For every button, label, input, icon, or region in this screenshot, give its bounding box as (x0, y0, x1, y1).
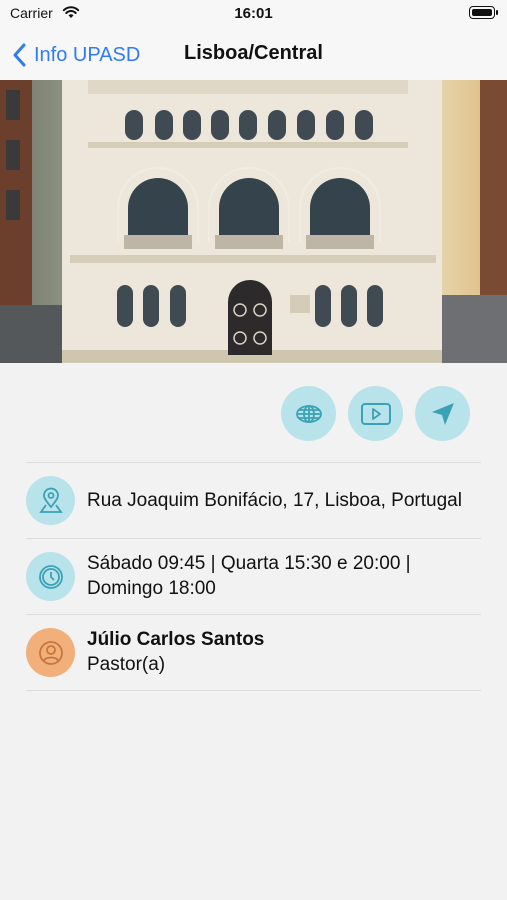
church-photo (0, 80, 507, 363)
navigation-arrow-icon (431, 402, 454, 425)
schedule-line-1: Sábado 09:45 | Quarta 15:30 e 20:00 | (87, 553, 411, 574)
navigation-bar: Info UPASD Lisboa/Central (0, 30, 507, 80)
clock-icon (38, 564, 63, 589)
directions-button[interactable] (415, 386, 470, 441)
person-icon (38, 640, 63, 665)
play-icon (360, 402, 391, 425)
location-icon-badge (26, 476, 75, 525)
globe-icon (295, 404, 322, 423)
back-button-label: Info UPASD (34, 43, 141, 66)
pastor-name: Júlio Carlos Santos (87, 629, 265, 650)
location-pin-icon (38, 487, 63, 513)
website-button[interactable] (281, 386, 336, 441)
divider (26, 614, 481, 615)
back-button[interactable]: Info UPASD (12, 39, 140, 71)
pastor-role: Pastor(a) (87, 654, 166, 675)
divider (26, 538, 481, 539)
video-button[interactable] (348, 386, 403, 441)
page-title: Lisboa/Central (184, 42, 323, 64)
divider (26, 690, 481, 691)
schedule-line-2: Domingo 18:00 (87, 578, 216, 599)
pastor-info: Júlio Carlos Santos Pastor(a) (87, 627, 264, 677)
clock-icon-badge (26, 552, 75, 601)
clock: 16:01 (234, 5, 273, 22)
chevron-left-icon (13, 43, 26, 67)
schedule-text: Sábado 09:45 | Quarta 15:30 e 20:00 | Do… (87, 551, 411, 601)
divider (26, 462, 481, 463)
person-icon-badge (26, 628, 75, 677)
status-bar: Carrier 16:01 (0, 0, 507, 30)
address-text[interactable]: Rua Joaquim Bonifácio, 17, Lisboa, Portu… (87, 488, 462, 513)
battery-icon (469, 6, 498, 19)
